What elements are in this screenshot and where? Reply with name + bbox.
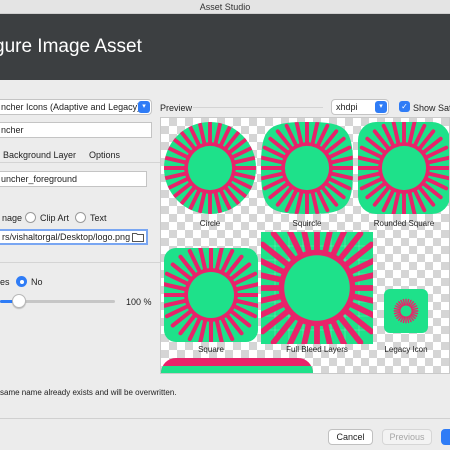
asset-type-text-label[interactable]: Text — [90, 213, 107, 223]
caption-squircle: Squircle — [292, 219, 322, 228]
full-bleed-icon — [261, 232, 373, 344]
resize-slider-handle[interactable] — [11, 294, 26, 308]
window-title: Asset Studio — [0, 0, 450, 14]
name-field[interactable]: ncher — [0, 122, 152, 138]
round-icon-partial — [161, 358, 313, 373]
caption-legacy-icon: Legacy Icon — [384, 345, 428, 354]
asset-type-clip-art-radio[interactable] — [25, 212, 36, 223]
preview-label: Preview — [160, 103, 193, 113]
layer-name-value: uncher_foreground — [1, 174, 78, 184]
preview-area: Circle Squircle Rounded Square Square Fu… — [160, 117, 450, 374]
chevron-down-icon: ▾ — [375, 101, 387, 113]
trim-no-radio[interactable] — [16, 276, 27, 287]
resize-value: 100 % — [126, 297, 152, 307]
caption-rounded-square: Rounded Square — [373, 219, 435, 228]
trim-no-label[interactable]: No — [31, 277, 43, 287]
trim-label: es — [0, 277, 10, 287]
asset-type-clip-art-label[interactable]: Clip Art — [40, 213, 69, 223]
rounded-square-icon — [358, 122, 449, 214]
icon-type-value: ncher Icons (Adaptive and Legacy) — [1, 102, 141, 112]
legacy-icon — [384, 289, 428, 333]
overwrite-warning: same name already exists and will be ove… — [0, 388, 177, 397]
asset-type-image-label[interactable]: nage — [2, 213, 22, 223]
wizard-header: gure Image Asset — [0, 14, 450, 80]
show-safe-zone-label[interactable]: Show Saf — [413, 103, 450, 113]
chevron-down-icon: ▾ — [138, 101, 150, 113]
footer-divider — [0, 418, 450, 419]
icon-type-select[interactable]: ncher Icons (Adaptive and Legacy) ▾ — [0, 99, 152, 115]
caption-full-bleed: Full Bleed Layers — [286, 345, 348, 354]
path-value: rs/vishaltorgal/Desktop/logo.png — [2, 232, 131, 242]
asset-type-text-radio[interactable] — [75, 212, 86, 223]
caption-square: Square — [198, 345, 224, 354]
square-icon — [164, 248, 258, 342]
layer-name-field[interactable]: uncher_foreground — [0, 171, 147, 187]
cancel-button[interactable]: Cancel — [328, 429, 373, 445]
previous-button[interactable]: Previous — [382, 429, 432, 445]
next-button[interactable] — [441, 429, 450, 445]
page-title: gure Image Asset — [0, 36, 142, 57]
section-divider — [0, 262, 160, 263]
caption-circle: Circle — [199, 219, 221, 228]
squircle-icon — [261, 122, 353, 214]
tab-divider — [0, 162, 160, 163]
density-value: xhdpi — [336, 102, 358, 112]
folder-icon[interactable] — [132, 232, 144, 242]
preview-rule — [193, 107, 323, 108]
show-safe-zone-checkbox[interactable]: ✓ — [399, 101, 410, 112]
tab-options[interactable]: Options — [89, 150, 120, 160]
circle-icon — [164, 122, 256, 214]
path-field[interactable]: rs/vishaltorgal/Desktop/logo.png — [0, 229, 148, 245]
density-select[interactable]: xhdpi ▾ — [331, 99, 389, 115]
tab-background-layer[interactable]: Background Layer — [3, 150, 76, 160]
name-value: ncher — [1, 125, 24, 135]
